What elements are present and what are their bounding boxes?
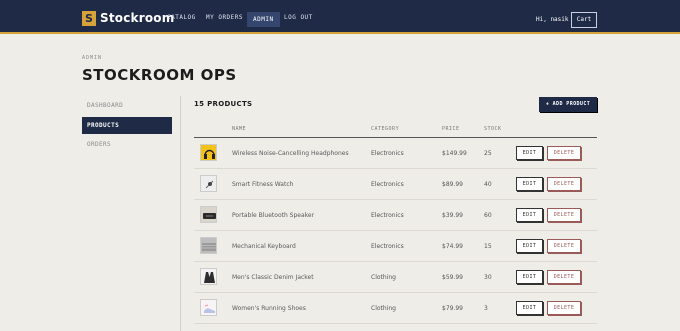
delete-button[interactable]: DELETE bbox=[547, 239, 581, 253]
delete-button[interactable]: DELETE bbox=[547, 177, 581, 191]
product-category: Electronics bbox=[371, 181, 404, 188]
table-row: Women's Running Shoes Clothing $79.99 3 … bbox=[194, 293, 597, 324]
table-row: Men's Classic Denim Jacket Clothing $59.… bbox=[194, 262, 597, 293]
edit-button[interactable]: EDIT bbox=[516, 239, 543, 253]
nav-catalog[interactable]: CATALOG bbox=[167, 0, 196, 34]
product-stock: 40 bbox=[484, 181, 492, 188]
edit-button[interactable]: EDIT bbox=[516, 301, 543, 315]
delete-button[interactable]: DELETE bbox=[547, 301, 581, 315]
column-header-name: NAME bbox=[232, 126, 247, 132]
product-stock: 3 bbox=[484, 305, 488, 312]
keyboard-icon bbox=[200, 237, 217, 254]
sidebar-item-orders[interactable]: ORDERS bbox=[82, 136, 172, 153]
breadcrumb: ADMIN bbox=[82, 55, 103, 61]
top-nav-bar: S Stockroom CATALOG MY ORDERS ADMIN LOG … bbox=[0, 0, 680, 34]
sidebar-divider bbox=[180, 96, 181, 331]
product-stock: 60 bbox=[484, 212, 492, 219]
watch-icon bbox=[200, 175, 217, 192]
product-price: $59.99 bbox=[442, 274, 463, 281]
delete-button[interactable]: DELETE bbox=[547, 270, 581, 284]
column-header-stock: STOCK bbox=[484, 126, 502, 132]
product-category: Clothing bbox=[371, 305, 396, 312]
cart-button[interactable]: Cart bbox=[571, 12, 597, 28]
table-row: Smart Fitness Watch Electronics $89.99 4… bbox=[194, 169, 597, 200]
product-price: $39.99 bbox=[442, 212, 463, 219]
product-name: Wireless Noise-Cancelling Headphones bbox=[232, 150, 349, 157]
headphones-icon bbox=[200, 144, 217, 161]
jacket-icon bbox=[200, 268, 217, 285]
product-category: Electronics bbox=[371, 150, 404, 157]
product-price: $89.99 bbox=[442, 181, 463, 188]
sidebar-item-products[interactable]: PRODUCTS bbox=[82, 117, 172, 134]
delete-button[interactable]: DELETE bbox=[547, 146, 581, 160]
nav-admin[interactable]: ADMIN bbox=[247, 12, 280, 27]
product-count: 15 PRODUCTS bbox=[194, 100, 253, 108]
product-category: Electronics bbox=[371, 243, 404, 250]
edit-button[interactable]: EDIT bbox=[516, 270, 543, 284]
shoes-icon bbox=[200, 299, 217, 316]
product-stock: 15 bbox=[484, 243, 492, 250]
product-name: Smart Fitness Watch bbox=[232, 181, 294, 188]
product-price: $74.99 bbox=[442, 243, 463, 250]
speaker-icon bbox=[200, 206, 217, 223]
table-row: Mechanical Keyboard Electronics $74.99 1… bbox=[194, 231, 597, 262]
logo-badge: S bbox=[82, 11, 96, 26]
product-name: Mechanical Keyboard bbox=[232, 243, 296, 250]
column-header-category: CATEGORY bbox=[371, 126, 400, 132]
nav-logout[interactable]: LOG OUT bbox=[284, 0, 313, 34]
user-greeting: Hi, nasik bbox=[536, 16, 569, 23]
product-price: $149.99 bbox=[442, 150, 467, 157]
edit-button[interactable]: EDIT bbox=[516, 177, 543, 191]
product-name: Portable Bluetooth Speaker bbox=[232, 212, 315, 219]
delete-button[interactable]: DELETE bbox=[547, 208, 581, 222]
app-title[interactable]: Stockroom bbox=[100, 11, 174, 25]
add-product-button[interactable]: + ADD PRODUCT bbox=[539, 97, 597, 112]
table-row: Portable Bluetooth Speaker Electronics $… bbox=[194, 200, 597, 231]
product-category: Electronics bbox=[371, 212, 404, 219]
edit-button[interactable]: EDIT bbox=[516, 146, 543, 160]
page-title: STOCKROOM OPS bbox=[82, 66, 237, 84]
edit-button[interactable]: EDIT bbox=[516, 208, 543, 222]
nav-my-orders[interactable]: MY ORDERS bbox=[206, 0, 243, 34]
product-name: Women's Running Shoes bbox=[232, 305, 306, 312]
column-header-price: PRICE bbox=[442, 126, 460, 132]
product-name: Men's Classic Denim Jacket bbox=[232, 274, 314, 281]
product-price: $79.99 bbox=[442, 305, 463, 312]
sidebar-item-dashboard[interactable]: DASHBOARD bbox=[82, 97, 172, 114]
product-category: Clothing bbox=[371, 274, 396, 281]
product-stock: 30 bbox=[484, 274, 492, 281]
product-stock: 25 bbox=[484, 150, 492, 157]
table-row: Wireless Noise-Cancelling Headphones Ele… bbox=[194, 138, 597, 169]
